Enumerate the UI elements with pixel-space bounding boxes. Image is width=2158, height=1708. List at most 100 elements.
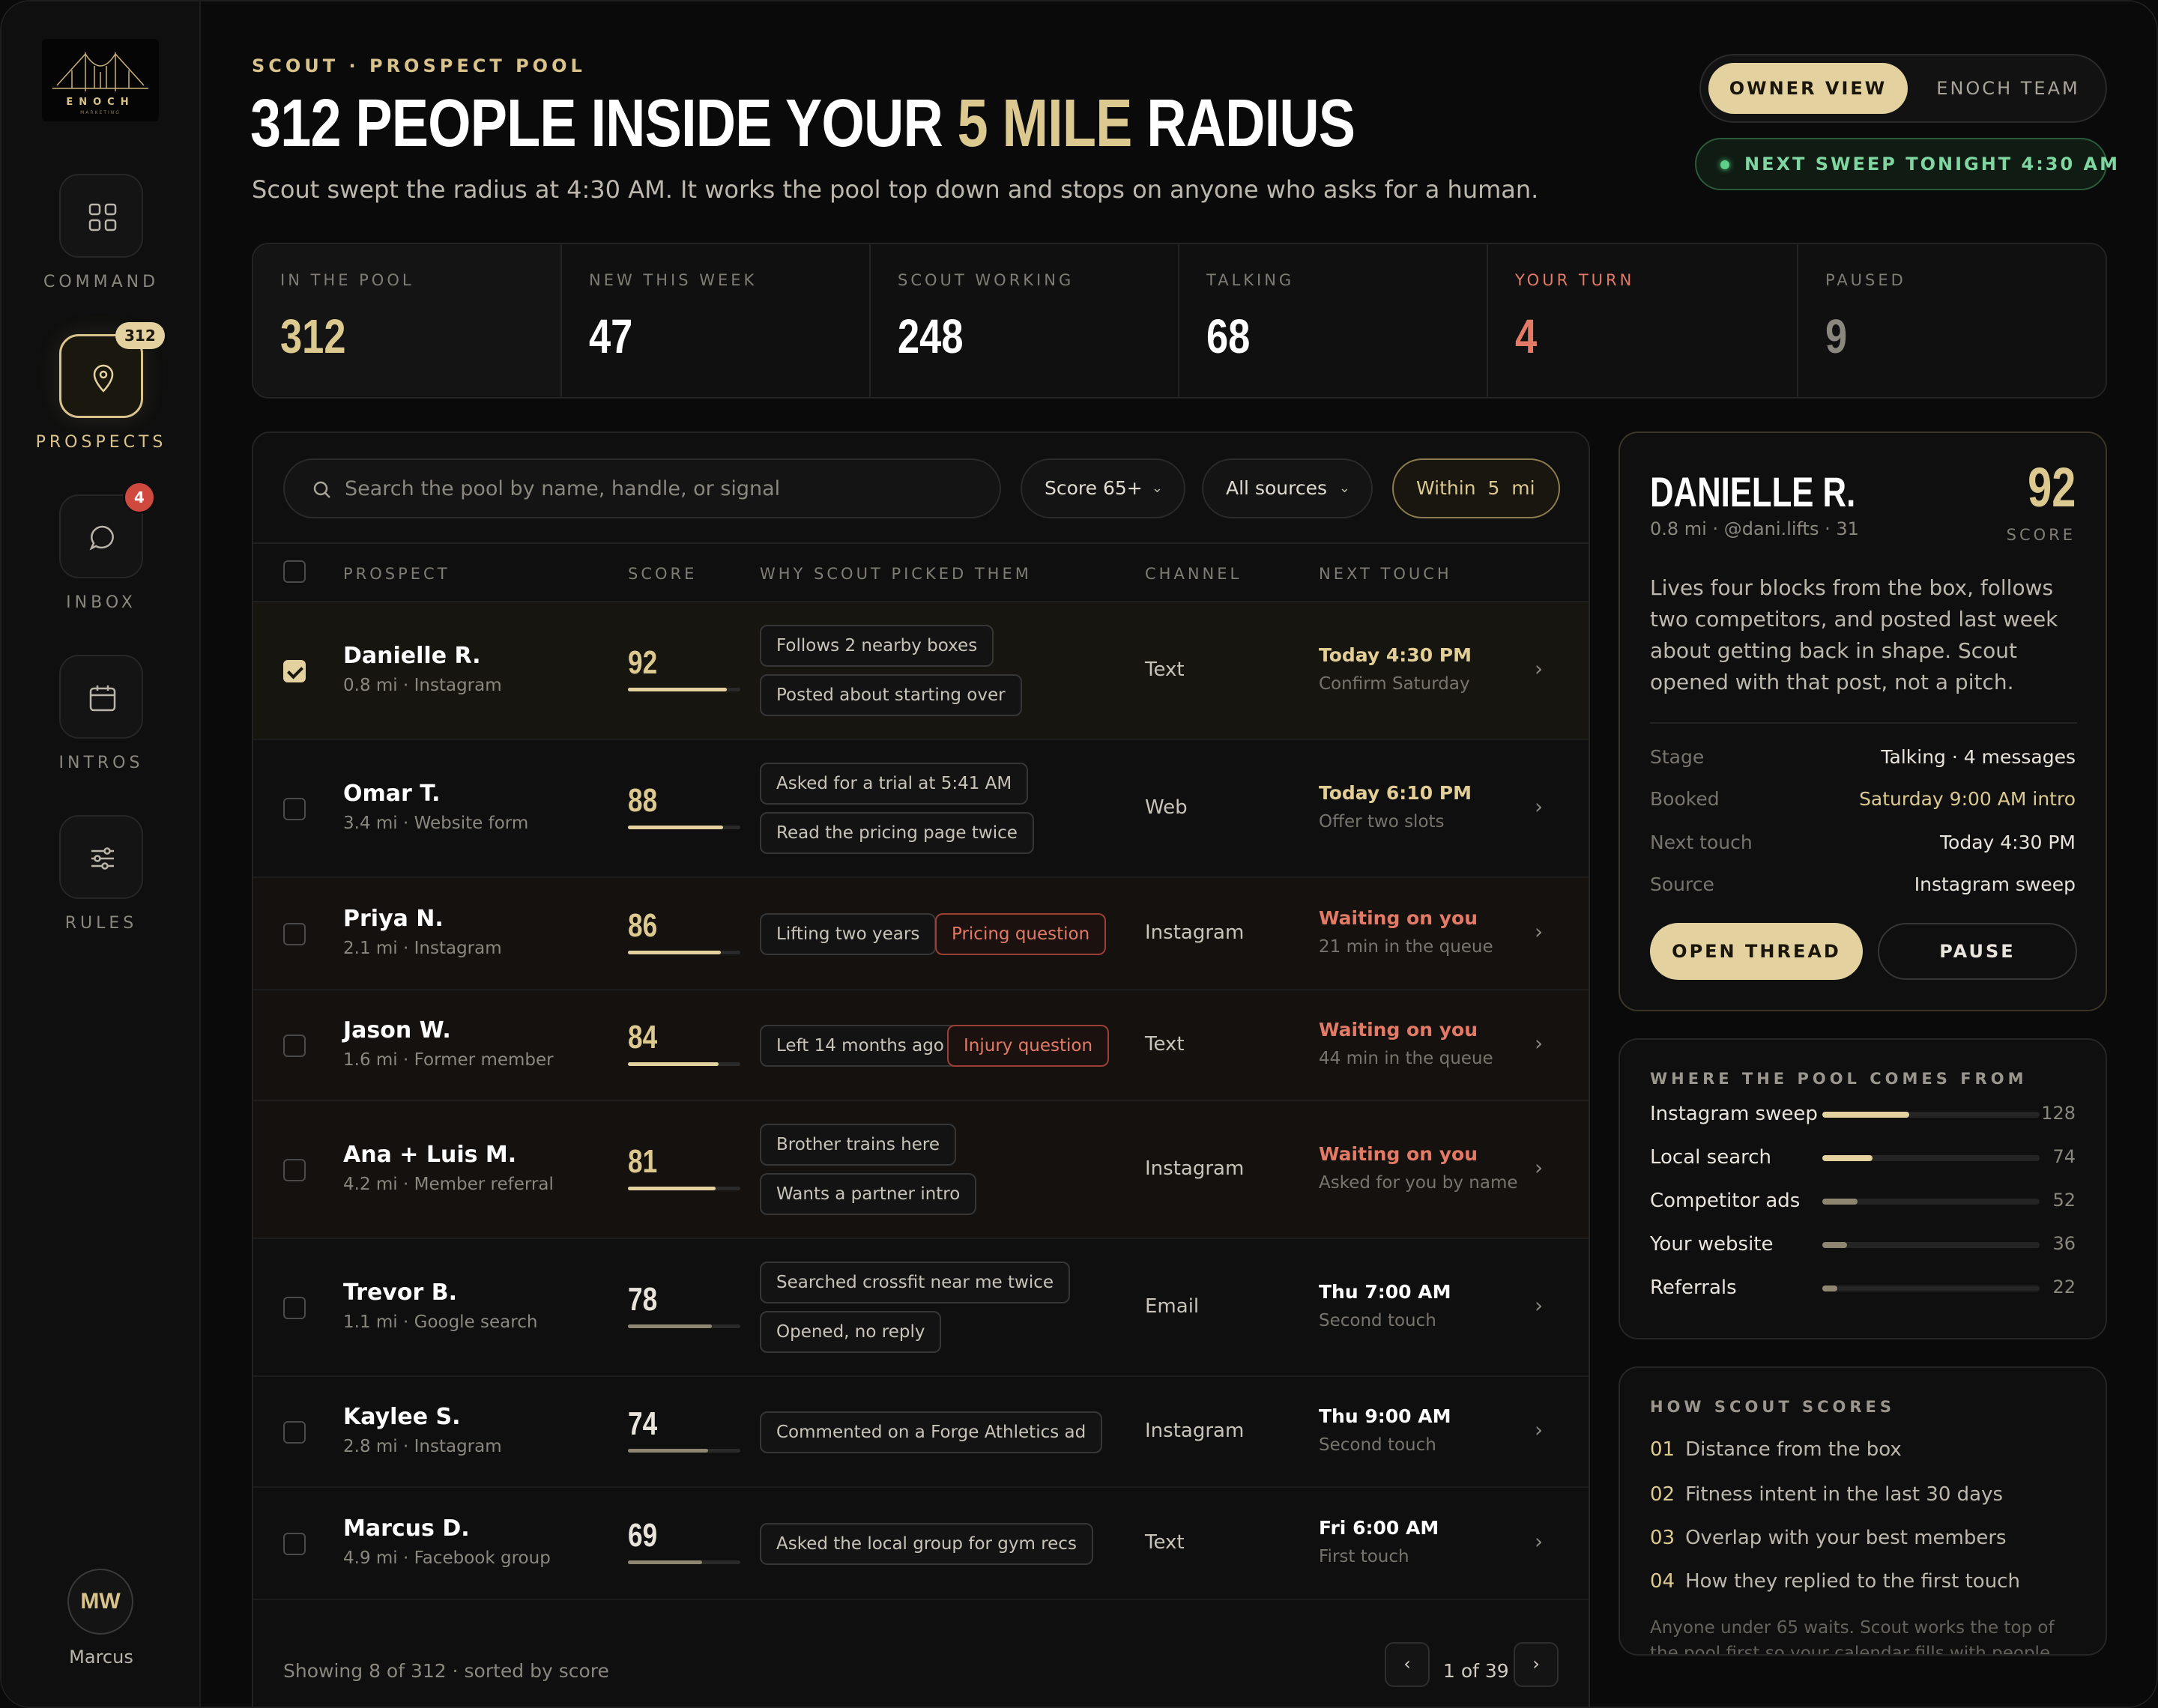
table-row[interactable]: Jason W. 1.6 mi · Former member 84 Left 14 … (253, 990, 1589, 1101)
prospect-name[interactable]: Priya N. (343, 906, 444, 932)
row-select-checkbox[interactable] (283, 923, 306, 945)
nav-rules-button[interactable] (59, 815, 143, 899)
prospect-subtitle: 1.6 mi · Former member (343, 1050, 554, 1070)
row-select-checkbox[interactable] (283, 1297, 306, 1319)
user-avatar[interactable]: MW (67, 1569, 133, 1635)
prospect-detail-panel: DANIELLE R. 0.8 mi · @dani.lifts · 31 92… (1618, 431, 2107, 1011)
prospect-name[interactable]: Trevor B. (343, 1280, 457, 1306)
score-value: 78 (628, 1281, 658, 1318)
owner-view-option[interactable]: OWNER VIEW (1708, 63, 1908, 114)
table-row[interactable]: Priya N. 2.1 mi · Instagram 86 Lifting two … (253, 878, 1589, 990)
nav-rules-label: RULES (64, 914, 138, 933)
chevron-right-icon[interactable]: › (1535, 1155, 1543, 1180)
signal-tag: Injury question (947, 1025, 1110, 1067)
next-touch: Thu 9:00 AM (1319, 1405, 1451, 1427)
channel: Text (1145, 1033, 1185, 1056)
chevron-right-icon[interactable]: › (1535, 1293, 1543, 1318)
table-row[interactable]: Trevor B. 1.1 mi · Google search 78 Searche… (253, 1239, 1589, 1377)
select-all-checkbox[interactable] (283, 560, 306, 583)
open-thread-button[interactable]: OPEN THREAD (1650, 923, 1863, 980)
pause-button[interactable]: PAUSE (1878, 923, 2077, 980)
pool-sources-panel: WHERE THE POOL COMES FROM Instagram swee… (1618, 1038, 2107, 1339)
score-bar-fill (628, 1560, 702, 1564)
map-pin-icon (93, 364, 114, 393)
channel: Instagram (1145, 1157, 1245, 1180)
source-count: 22 (2052, 1277, 2076, 1297)
chevron-right-icon[interactable]: › (1535, 1529, 1543, 1554)
field-stage-value: Talking · 4 messages (1881, 746, 2076, 768)
col-channel[interactable]: CHANNEL (1145, 565, 1242, 583)
prospect-name[interactable]: Ana + Luis M. (343, 1142, 516, 1168)
prospect-subtitle: 4.2 mi · Member referral (343, 1175, 554, 1194)
source-label: Your website (1650, 1233, 1774, 1256)
score-bar (628, 1187, 740, 1190)
col-prospect[interactable]: PROSPECT (343, 565, 450, 583)
page-eyebrow: SCOUT · PROSPECT POOL (252, 55, 586, 76)
col-score[interactable]: SCORE (628, 565, 697, 583)
next-touch-detail: Offer two slots (1319, 812, 1445, 832)
chevron-right-icon[interactable]: › (1535, 1031, 1543, 1056)
col-next-touch[interactable]: NEXT TOUCH (1319, 565, 1452, 583)
prospect-name[interactable]: Kaylee S. (343, 1404, 461, 1430)
field-booked-label: Booked (1650, 788, 1720, 810)
prospect-subtitle: 3.4 mi · Website form (343, 814, 529, 833)
signal-tag: Opened, no reply (760, 1311, 942, 1353)
signal-tag: Wants a partner intro (760, 1173, 977, 1215)
score-bar-fill (628, 1062, 719, 1066)
row-select-checkbox[interactable] (283, 1035, 306, 1057)
enoch-team-option[interactable]: ENOCH TEAM (1918, 63, 2098, 114)
stat-talking: TALKING 68 (1179, 244, 1488, 397)
chevron-down-icon: ⌄ (1151, 480, 1163, 496)
sources-filter-dropdown[interactable]: All sources ⌄ (1202, 458, 1373, 518)
table-row[interactable]: Kaylee S. 2.8 mi · Instagram 74 Commented o… (253, 1377, 1589, 1488)
prospect-name[interactable]: Marcus D. (343, 1515, 470, 1542)
chevron-right-icon[interactable]: › (1535, 919, 1543, 944)
prospect-subtitle: 0.8 mi · Instagram (343, 676, 502, 695)
prev-page-button[interactable]: ‹ (1385, 1642, 1430, 1687)
chevron-right-icon[interactable]: › (1535, 656, 1543, 681)
divider (1650, 722, 2077, 724)
row-select-checkbox[interactable] (283, 1421, 306, 1444)
scoring-note: Anyone under 65 waits. Scout works the t… (1650, 1618, 2055, 1656)
table-footer-summary: Showing 8 of 312 · sorted by score (283, 1660, 609, 1682)
scoring-criterion: 03 Overlap with your best members (1650, 1527, 2007, 1549)
source-bar (1822, 1155, 2040, 1161)
row-select-checkbox[interactable] (283, 1159, 306, 1181)
view-toggle: OWNER VIEW ENOCH TEAM (1699, 54, 2107, 123)
next-touch: Waiting on you (1319, 907, 1478, 929)
next-page-button[interactable]: › (1514, 1642, 1559, 1687)
next-touch-detail: 21 min in the queue (1319, 937, 1493, 957)
prospect-name[interactable]: Danielle R. (343, 643, 481, 669)
score-bar (628, 951, 740, 954)
score-value: 84 (628, 1019, 658, 1056)
score-filter-dropdown[interactable]: Score 65+ ⌄ (1021, 458, 1185, 518)
table-row[interactable]: Marcus D. 4.9 mi · Facebook group 69 Asked … (253, 1488, 1589, 1600)
prospect-name[interactable]: Jason W. (343, 1017, 451, 1044)
table-row[interactable]: Ana + Luis M. 4.2 mi · Member referral 81 B… (253, 1101, 1589, 1239)
row-select-checkbox[interactable] (283, 660, 306, 682)
chevron-right-icon[interactable]: › (1535, 794, 1543, 819)
signal-tag: Commented on a Forge Athletics ad (760, 1411, 1103, 1453)
table-row[interactable]: Omar T. 3.4 mi · Website form 88 Asked for … (253, 740, 1589, 878)
stat-in-pool: IN THE POOL 312 (253, 244, 562, 397)
row-select-checkbox[interactable] (283, 798, 306, 820)
search-input[interactable] (345, 469, 982, 508)
sources-title: WHERE THE POOL COMES FROM (1650, 1070, 2028, 1088)
detail-name: DANIELLE R. (1650, 468, 1856, 515)
prospect-name[interactable]: Omar T. (343, 781, 441, 807)
channel: Instagram (1145, 921, 1245, 944)
next-sweep-status: NEXT SWEEP TONIGHT 4:30 AM (1695, 138, 2118, 190)
nav-command-button[interactable] (59, 174, 143, 258)
svg-text:ENOCH: ENOCH (66, 97, 134, 108)
row-select-checkbox[interactable] (283, 1533, 306, 1555)
chevron-right-icon[interactable]: › (1535, 1417, 1543, 1442)
table-row[interactable]: Danielle R. 0.8 mi · Instagram 92 Follows 2… (253, 602, 1589, 740)
col-why: WHY SCOUT PICKED THEM (760, 565, 1032, 583)
source-bar-fill (1822, 1112, 1909, 1118)
detail-score-label: SCORE (2006, 526, 2076, 544)
nav-intros-button[interactable] (59, 655, 143, 739)
scoring-criterion: 02 Fitness intent in the last 30 days (1650, 1483, 2004, 1506)
source-count: 36 (2052, 1233, 2076, 1254)
source-bar (1822, 1112, 2040, 1118)
radius-filter[interactable]: Within 5 mi (1392, 458, 1560, 518)
